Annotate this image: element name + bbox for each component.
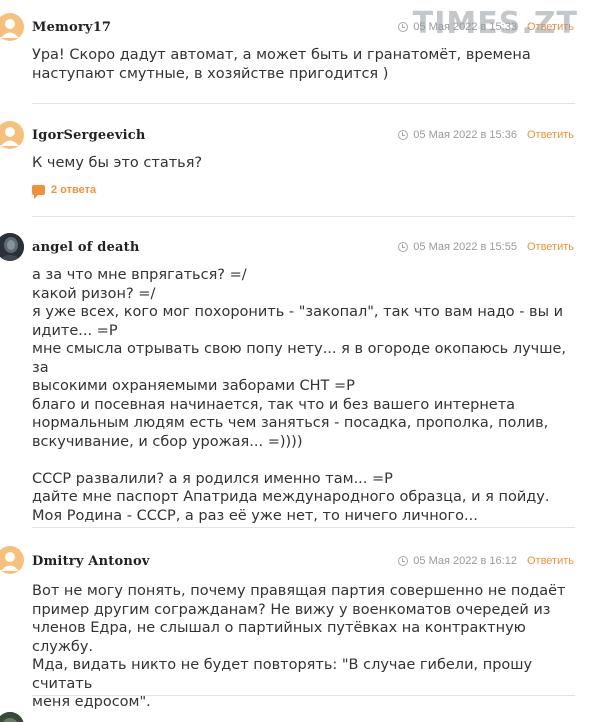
comment-text: Ура! Скоро дадут автомат, а может быть и… [32, 47, 531, 82]
comment-divider [32, 527, 575, 528]
reply-button[interactable]: Ответить [527, 241, 574, 253]
user-avatar-icon[interactable] [0, 13, 24, 41]
comment-author[interactable]: Dmitry Antonov [32, 554, 150, 569]
clock-icon [398, 556, 409, 566]
site-watermark-logo: TIMES.ZT [412, 6, 578, 41]
user-avatar-icon[interactable] [0, 121, 24, 149]
comment-date: 05 Мая 2022 в 15:36 [413, 129, 517, 141]
comment-text: Вот не могу понять, почему правящая парт… [32, 583, 566, 710]
user-photo-avatar[interactable] [0, 233, 24, 261]
comment-author[interactable]: IgorSergeevich [32, 128, 146, 143]
comment-meta: 05 Мая 2022 в 16:12 Ответить [398, 555, 574, 567]
clock-icon [398, 130, 409, 140]
comment-date: 05 Мая 2022 в 15:55 [413, 241, 517, 253]
comment-divider [32, 103, 575, 104]
comment-meta: 05 Мая 2022 в 15:36 Ответить [398, 129, 574, 141]
reply-button[interactable]: Ответить [527, 555, 574, 567]
comment-author[interactable]: Memory17 [32, 20, 111, 35]
comment-text: К чему бы это статья? [32, 155, 203, 171]
show-replies-link[interactable]: 2 ответа [32, 184, 96, 199]
comment-divider [32, 216, 575, 217]
comment-meta: 05 Мая 2022 в 15:55 Ответить [398, 241, 574, 253]
comment-text: а за что мне впрягаться? =/ какой ризон?… [32, 267, 567, 524]
speech-bubble-icon [32, 185, 45, 199]
clock-icon [398, 22, 409, 32]
user-avatar-icon[interactable] [0, 546, 24, 574]
comment-date: 05 Мая 2022 в 16:12 [413, 555, 517, 567]
comment-divider [32, 695, 575, 696]
clock-icon [398, 242, 409, 252]
replies-count[interactable]: 2 ответа [51, 184, 96, 196]
user-photo-avatar[interactable] [0, 712, 24, 722]
comment-author[interactable]: angel of death [32, 240, 140, 255]
reply-button[interactable]: Ответить [527, 129, 574, 141]
